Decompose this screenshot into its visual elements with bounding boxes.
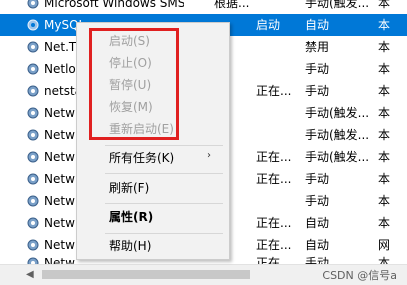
service-logon: 本 (378, 194, 391, 208)
service-startup-type: 手动 (305, 172, 330, 186)
service-logon: 本 (378, 0, 391, 10)
service-startup-type: 手动(触发... (305, 0, 370, 10)
service-status: 正在... (256, 172, 292, 186)
menu-item-properties[interactable]: 属性(R) (109, 207, 153, 227)
service-startup-type: 手动 (305, 194, 330, 208)
scroll-left-arrow-icon[interactable]: ◀ (26, 269, 34, 280)
gear-icon (27, 195, 39, 207)
service-status: 正在... (256, 84, 292, 98)
service-startup-type: 自动 (305, 216, 330, 230)
gear-icon (27, 85, 39, 97)
gear-icon (27, 41, 39, 53)
service-row[interactable]: Microsoft Windows SMS ... 根据... 手动(触发...… (0, 0, 407, 14)
menu-item-refresh[interactable]: 刷新(F) (109, 178, 149, 198)
menu-separator (105, 233, 223, 234)
service-startup-type: 手动 (305, 84, 330, 98)
service-startup-type: 自动 (305, 18, 330, 32)
menu-separator (105, 173, 223, 174)
gear-icon (27, 173, 39, 185)
watermark: CSDN @信号a (322, 269, 397, 282)
service-logon: 本 (378, 18, 391, 32)
service-startup-type: 手动 (305, 62, 330, 76)
service-logon: 本 (378, 216, 391, 230)
service-logon: 本 (378, 150, 391, 164)
gear-icon (27, 151, 39, 163)
service-startup-type: 禁用 (305, 40, 330, 54)
gear-icon (27, 239, 39, 251)
gear-icon (27, 129, 39, 141)
service-name: Microsoft Windows SMS ... (44, 0, 184, 10)
service-startup-type: 手动(触发... (305, 106, 370, 120)
service-startup-type: 手动(触发... (305, 150, 370, 164)
service-status: 正在... (256, 150, 292, 164)
gear-icon (27, 107, 39, 119)
submenu-arrow-icon: › (207, 150, 211, 161)
scroll-thumb[interactable] (42, 270, 250, 279)
horizontal-scrollbar[interactable]: ◀ CSDN @信号a (0, 264, 407, 285)
service-logon: 本 (378, 84, 391, 98)
service-logon: 本 (378, 40, 391, 54)
gear-icon (27, 0, 39, 9)
service-status: 正在... (256, 216, 292, 230)
service-logon: 本 (378, 62, 391, 76)
menu-separator (105, 145, 223, 146)
gear-icon (27, 63, 39, 75)
service-status: 启动 (256, 18, 281, 32)
service-startup-type: 手动(触发... (305, 128, 370, 142)
menu-separator (105, 203, 223, 204)
gear-icon (27, 19, 39, 31)
service-logon: 本 (378, 106, 391, 120)
service-logon: 本 (378, 128, 391, 142)
menu-item-all-tasks[interactable]: 所有任务(K) (109, 148, 174, 168)
highlight-box (89, 28, 179, 140)
menu-item-help[interactable]: 帮助(H) (109, 236, 151, 256)
service-logon: 本 (378, 172, 391, 186)
service-description: 根据... (214, 0, 250, 10)
gear-icon (27, 217, 39, 229)
